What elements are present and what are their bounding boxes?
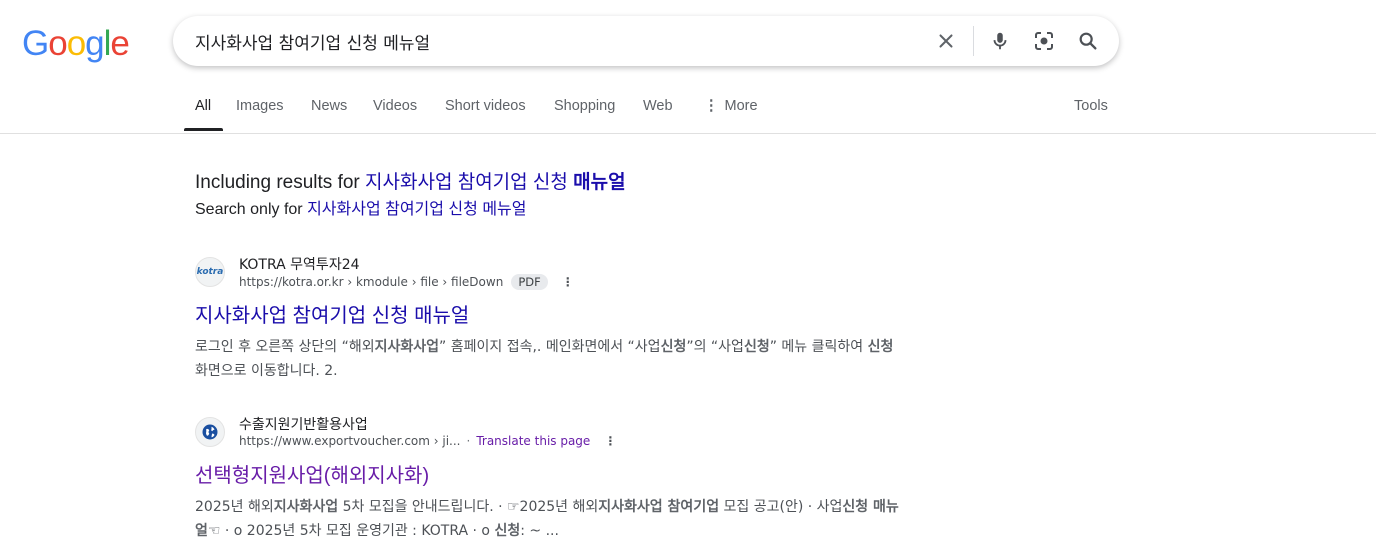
tab-images[interactable]: Images	[236, 98, 284, 114]
microphone-icon	[993, 32, 1007, 50]
search-box[interactable]: 지사화사업 참여기업 신청 메뉴얼	[173, 16, 1119, 66]
snippet-highlight: 지사화사업 참여기업	[598, 499, 720, 515]
logo-letter: g	[85, 24, 104, 63]
search-only-line: Search only for 지사화사업 참여기업 신청 메뉴얼	[195, 195, 526, 219]
search-divider	[973, 26, 974, 56]
result-title-link[interactable]: 선택형지원사업(해외지사화)	[195, 459, 429, 488]
snippet-highlight: 지사화사업	[374, 339, 440, 355]
search-icon	[1079, 32, 1097, 50]
lens-search-button[interactable]	[1032, 29, 1056, 53]
snippet-text: 2025년 해외	[195, 499, 274, 515]
result-snippet: 2025년 해외지사화사업 5차 모집을 안내드립니다. · ☞2025년 해외…	[195, 495, 910, 543]
including-prefix: Including results for	[195, 172, 360, 193]
pdf-badge: PDF	[511, 274, 548, 290]
translate-link[interactable]: Translate this page	[476, 434, 590, 448]
search-button[interactable]	[1076, 29, 1100, 53]
logo-letter: o	[66, 24, 86, 63]
snippet-highlight: 신청	[867, 339, 894, 355]
result-title-link[interactable]: 지사화사업 참여기업 신청 매뉴얼	[195, 299, 469, 328]
snippet-text: 5차 모집을 안내드립니다. · ☞2025년 해외	[338, 499, 599, 515]
result-url-line: https://kotra.or.kr › kmodule › file › f…	[239, 274, 576, 290]
snippet-highlight: 신청	[660, 339, 687, 355]
more-vert-icon: ⋮	[704, 98, 719, 114]
logo-letter: e	[110, 24, 129, 63]
tab-short-videos[interactable]: Short videos	[445, 98, 526, 114]
corrected-query-plain: 지사화사업 참여기업 신청	[365, 172, 568, 193]
result-url[interactable]: https://kotra.or.kr › kmodule › file › f…	[239, 275, 503, 289]
corrected-query-link[interactable]: 지사화사업 참여기업 신청 매뉴얼	[365, 172, 626, 193]
snippet-text: ” 메뉴 클릭하여	[769, 339, 868, 355]
camera-lens-icon	[1035, 32, 1053, 50]
tab-videos[interactable]: Videos	[373, 98, 417, 114]
result-url[interactable]: https://www.exportvoucher.com › ji...	[239, 434, 461, 448]
globe-icon	[202, 424, 218, 440]
more-vert-icon[interactable]: ⋮	[560, 275, 576, 289]
result-snippet: 로그인 후 오른쪽 상단의 “해외지사화사업” 홈페이지 접속,. 메인화면에서…	[195, 335, 910, 383]
kotra-favicon: kotra	[195, 257, 225, 287]
search-input[interactable]: 지사화사업 참여기업 신청 메뉴얼	[195, 29, 430, 54]
tools-button[interactable]: Tools	[1074, 98, 1108, 114]
google-logo[interactable]: Google	[22, 24, 130, 64]
header-divider	[0, 133, 1376, 134]
kotra-favicon-text: kotra	[196, 267, 224, 277]
search-only-prefix: Search only for	[195, 201, 303, 218]
including-results-line: Including results for 지사화사업 참여기업 신청 매뉴얼	[195, 167, 626, 194]
logo-letter: l	[103, 24, 112, 63]
result-site-name[interactable]: KOTRA 무역투자24	[239, 254, 360, 274]
close-icon	[939, 34, 953, 48]
tab-news[interactable]: News	[311, 98, 347, 114]
clear-button[interactable]	[934, 29, 958, 53]
snippet-text: : ~ ...	[520, 523, 559, 539]
snippet-text: 로그인 후 오른쪽 상단의 “해외	[195, 339, 375, 355]
corrected-query-bold: 매뉴얼	[573, 172, 626, 193]
snippet-highlight: 지사화사업	[273, 499, 339, 515]
tab-shopping[interactable]: Shopping	[554, 98, 615, 114]
snippet-text: 모집 공고(안) · 사업	[719, 499, 843, 515]
site-favicon	[195, 417, 225, 447]
tab-more-label: More	[724, 98, 758, 114]
active-tab-indicator	[184, 128, 223, 131]
logo-letter: o	[48, 24, 67, 63]
tab-more[interactable]: ⋮ More	[704, 98, 758, 114]
tab-all[interactable]: All	[195, 98, 211, 114]
snippet-highlight: 신청	[743, 339, 770, 355]
result-url-line: https://www.exportvoucher.com › ji... · …	[239, 434, 618, 448]
snippet-highlight: 신청	[494, 523, 521, 539]
separator-dot: ·	[466, 434, 471, 448]
result-site-name[interactable]: 수출지원기반활용사업	[239, 414, 368, 434]
logo-letter: G	[22, 24, 49, 63]
voice-search-button[interactable]	[988, 29, 1012, 53]
more-vert-icon[interactable]: ⋮	[602, 434, 618, 448]
original-query-link[interactable]: 지사화사업 참여기업 신청 메뉴얼	[307, 201, 526, 218]
snippet-text: 화면으로 이동합니다. 2.	[195, 363, 338, 379]
snippet-text: ” 홈페이지 접속,. 메인화면에서 “사업	[439, 339, 661, 355]
tab-web[interactable]: Web	[643, 98, 673, 114]
snippet-text: ☜ · o 2025년 5차 모집 운영기관 : KOTRA · o	[207, 523, 495, 539]
snippet-text: ”의 “사업	[686, 339, 744, 355]
